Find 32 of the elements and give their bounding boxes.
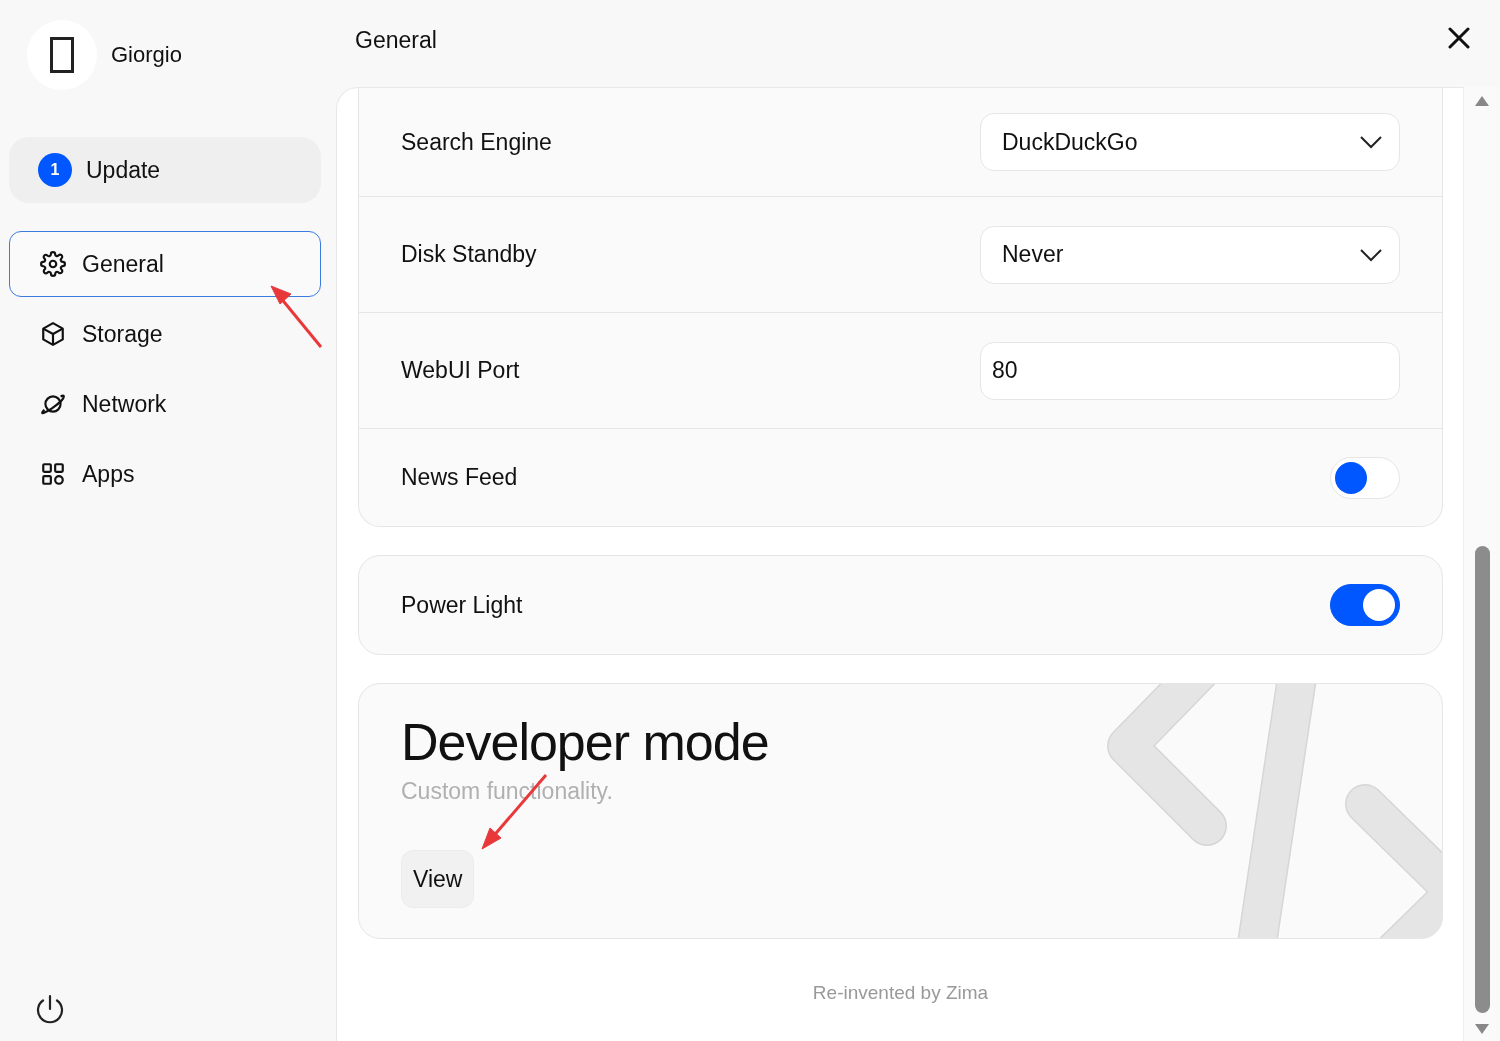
sidebar-item[interactable]: Storage	[9, 301, 321, 367]
chevron-down-icon	[1359, 135, 1383, 149]
dropdown[interactable]: Never	[980, 225, 1400, 284]
dropdown[interactable]: DuckDuckGo	[980, 113, 1400, 171]
input-field[interactable]: 80	[980, 341, 1400, 400]
setting-label: News Feed	[401, 464, 518, 491]
toggle-switch[interactable]	[1330, 584, 1400, 626]
sidebar-item[interactable]: General	[9, 231, 321, 297]
close-icon[interactable]	[1448, 27, 1470, 49]
page-title: General	[355, 27, 437, 54]
update-button[interactable]: 1 Update	[9, 137, 321, 203]
scroll-down-icon[interactable]	[1474, 1023, 1490, 1035]
setting-label: Search Engine	[401, 128, 552, 156]
count-badge: 1	[38, 153, 72, 187]
chevron-down-icon	[1359, 247, 1383, 262]
update-label: Update	[86, 156, 161, 184]
sidebar-item[interactable]: Network	[9, 371, 321, 437]
scroll-up-icon[interactable]	[1474, 95, 1490, 107]
setting-label: WebUI Port	[401, 357, 520, 384]
view-button[interactable]: View	[401, 850, 475, 908]
annotation-arrow	[270, 285, 323, 348]
rectangle-icon	[50, 37, 74, 73]
scrollbar-thumb[interactable]	[1474, 546, 1490, 1013]
setting-label: Power Light	[401, 591, 523, 619]
section-title: Developer mode	[401, 712, 769, 772]
grid-icon	[40, 461, 66, 487]
setting-label: Disk Standby	[401, 241, 537, 268]
gear-icon	[40, 251, 66, 277]
cube-icon	[40, 321, 66, 347]
user-name: Giorgio	[111, 42, 182, 68]
footer-text: Re-invented by Zima	[811, 982, 990, 1004]
sidebar-item[interactable]: Apps	[9, 441, 321, 507]
